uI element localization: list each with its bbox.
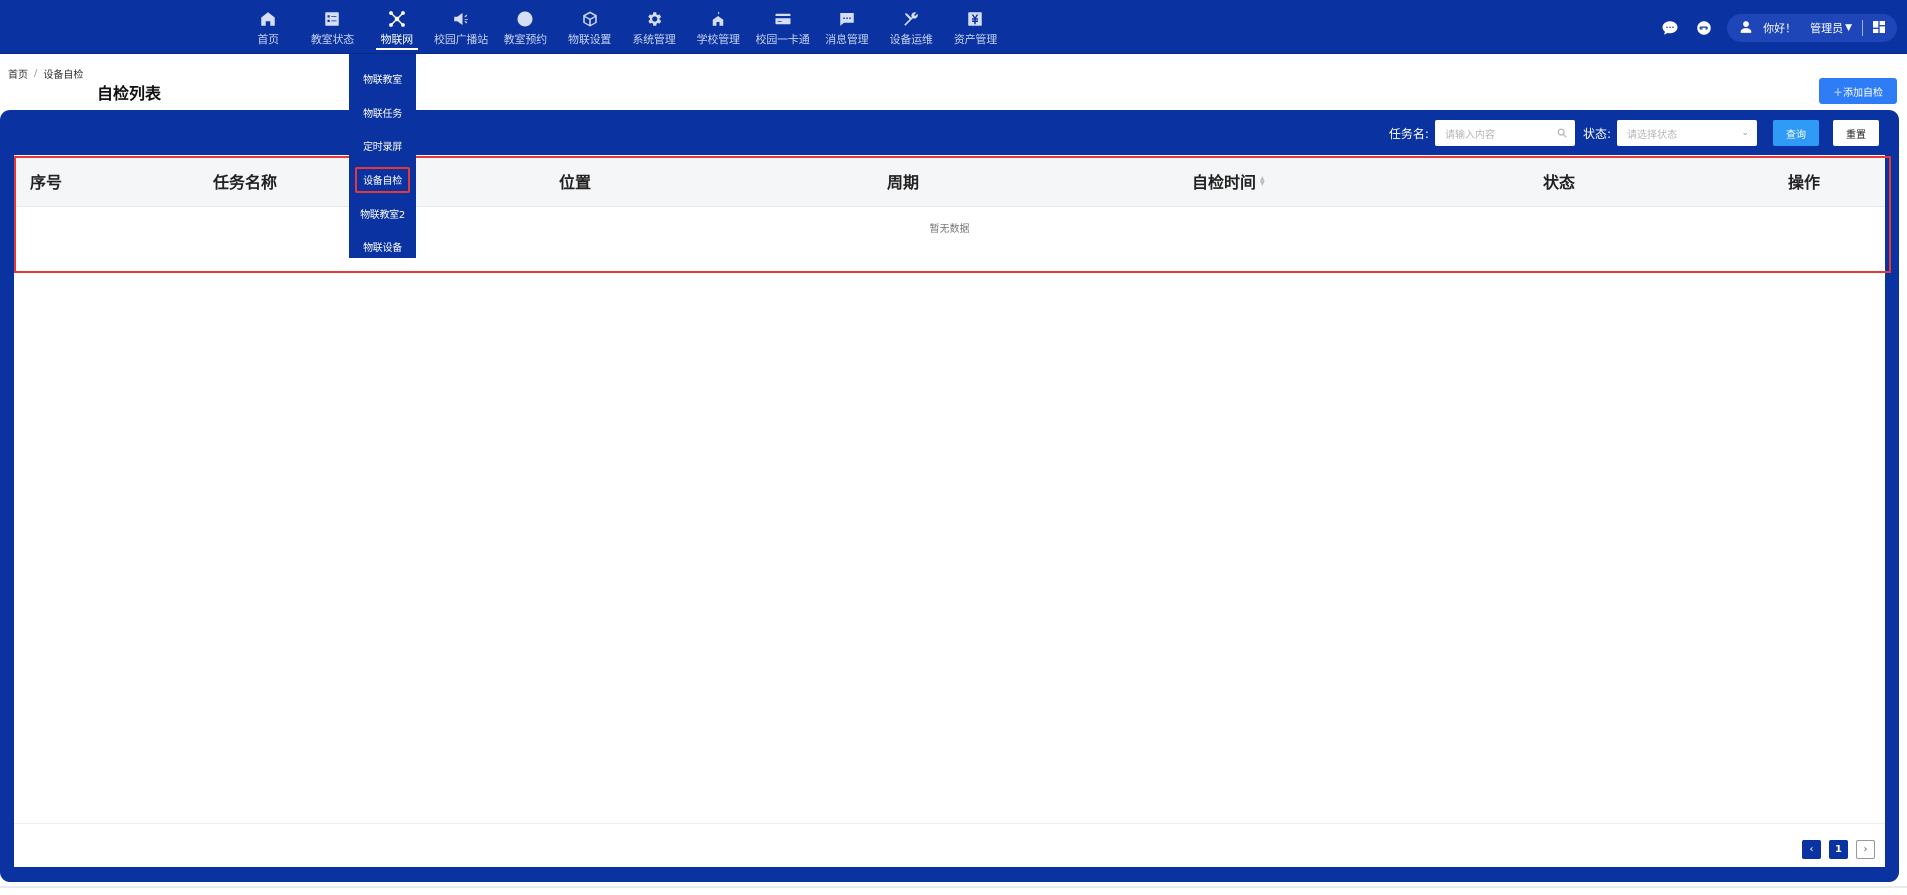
page-number-button[interactable]: 1 <box>1829 840 1848 859</box>
iot-submenu: 物联教室 物联任务 定时录屏 设备自检 物联教室2 物联设备 <box>349 54 416 258</box>
divider <box>14 823 1885 824</box>
status-placeholder: 请选择状态 <box>1627 129 1677 141</box>
nav-item-label: 教室状态 <box>310 33 355 46</box>
nav-item-label: 设备运维 <box>889 33 933 46</box>
nav-item-label: 教室预约 <box>503 33 547 46</box>
caret-down-icon: ▼ <box>1845 23 1852 33</box>
nav-item-message-management[interactable]: 消息管理 <box>815 0 879 54</box>
nav-item-classroom-booking[interactable]: 教室预约 <box>493 0 557 54</box>
nav-item-device-maintenance[interactable]: 设备运维 <box>879 0 943 54</box>
nav-item-label: 学校管理 <box>696 33 740 46</box>
clock-icon <box>515 9 535 28</box>
main-panel: 任务名: 请输入内容 状态: 请选择状态 ⌄ 查询 重置 序号 任务名称 位置 … <box>0 110 1899 882</box>
next-page-button[interactable]: › <box>1856 840 1875 859</box>
submenu-item-scheduled-recording[interactable]: 定时录屏 <box>349 129 416 163</box>
nav-item-label: 系统管理 <box>632 33 676 46</box>
nav-item-classroom-status[interactable]: 教室状态 <box>300 0 364 54</box>
page-title: 自检列表 <box>97 84 162 103</box>
nav-item-iot-settings[interactable]: 物联设置 <box>557 0 621 54</box>
status-select[interactable]: 请选择状态 ⌄ <box>1617 120 1757 146</box>
user-menu[interactable]: 你好！ 管理员 ▼ <box>1727 14 1897 42</box>
top-nav-bar: 首页 教室状态 物联网 校园广播站 教室预约 物联设置 系统管理 学校管理 校园… <box>0 0 1907 54</box>
nav-item-school-management[interactable]: 学校管理 <box>686 0 750 54</box>
task-name-placeholder: 请输入内容 <box>1444 129 1495 141</box>
nav-item-label: 校园广播站 <box>434 33 489 46</box>
user-icon <box>1739 20 1753 37</box>
filter-bar: 任务名: 请输入内容 状态: 请选择状态 ⌄ 查询 重置 <box>1389 119 1879 147</box>
nav-item-label: 资产管理 <box>953 33 998 46</box>
search-icon <box>1557 128 1567 138</box>
top-right-tools: 你好！ 管理员 ▼ <box>1659 13 1897 43</box>
add-self-check-button[interactable]: ＋添加自检 <box>1819 78 1897 104</box>
dashboard-grid-icon[interactable] <box>1871 19 1887 38</box>
nav-item-label: 物联设置 <box>568 33 612 46</box>
query-button[interactable]: 查询 <box>1773 120 1819 146</box>
task-name-label: 任务名: <box>1388 126 1429 141</box>
greeting-text: 你好！ <box>1763 22 1797 35</box>
nav-item-label: 校园一卡通 <box>755 33 810 46</box>
status-label: 状态: <box>1582 126 1611 141</box>
divider <box>1862 20 1863 36</box>
nav-item-campus-card[interactable]: 校园一卡通 <box>750 0 814 54</box>
home-icon <box>258 9 278 28</box>
breadcrumb-current: 设备自检 <box>43 70 84 81</box>
checklist-icon <box>322 9 342 28</box>
submenu-item-iot-task[interactable]: 物联任务 <box>349 96 416 130</box>
network-icon <box>387 9 407 28</box>
gear-icon <box>644 9 664 28</box>
school-icon <box>708 9 728 28</box>
prev-page-button[interactable]: ‹ <box>1802 840 1821 859</box>
pagination: ‹ 1 › <box>1794 840 1875 859</box>
nav-item-label: 首页 <box>257 33 279 46</box>
username-text: 管理员 <box>1810 22 1844 35</box>
chevron-down-icon: ⌄ <box>1741 128 1749 138</box>
breadcrumb: 首页 / 设备自检 <box>8 66 83 81</box>
submenu-item-iot-classroom-2[interactable]: 物联教室2 <box>349 197 416 231</box>
cube-icon <box>580 9 600 28</box>
nav-item-home[interactable]: 首页 <box>236 0 300 54</box>
message-icon <box>837 9 857 28</box>
reset-button[interactable]: 重置 <box>1833 120 1879 146</box>
breadcrumb-home[interactable]: 首页 <box>8 66 28 81</box>
submenu-item-iot-classroom[interactable]: 物联教室 <box>349 62 416 96</box>
nav-item-iot[interactable]: 物联网 <box>365 0 429 54</box>
link-icon[interactable] <box>1693 17 1715 39</box>
nav-item-label: 消息管理 <box>825 33 869 46</box>
tools-icon <box>901 9 921 28</box>
card-icon <box>773 9 793 28</box>
megaphone-icon <box>451 9 471 28</box>
main-nav: 首页 教室状态 物联网 校园广播站 教室预约 物联设置 系统管理 学校管理 校园… <box>236 0 1008 54</box>
nav-item-campus-broadcast[interactable]: 校园广播站 <box>429 0 493 54</box>
nav-item-system-management[interactable]: 系统管理 <box>622 0 686 54</box>
divider <box>0 886 1907 888</box>
chat-icon[interactable] <box>1659 17 1681 39</box>
submenu-item-device-self-check[interactable]: 设备自检 <box>355 166 410 193</box>
breadcrumb-separator: / <box>34 68 38 79</box>
submenu-item-iot-device[interactable]: 物联设备 <box>349 230 416 264</box>
nav-item-label: 物联网 <box>380 33 414 46</box>
yen-icon <box>965 9 985 28</box>
highlight-frame <box>14 156 1891 273</box>
task-name-input[interactable]: 请输入内容 <box>1434 120 1575 146</box>
nav-item-asset-management[interactable]: 资产管理 <box>943 0 1007 54</box>
